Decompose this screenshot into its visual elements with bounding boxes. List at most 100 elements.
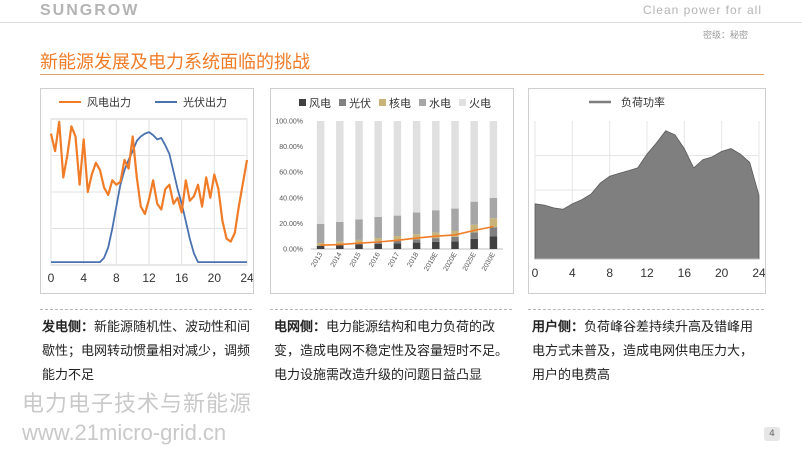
bar-segment <box>470 201 478 225</box>
bar-segment <box>355 219 363 240</box>
bar-segment <box>412 242 421 249</box>
legend-swatch <box>299 99 306 106</box>
bar-segment <box>451 241 459 249</box>
x-tick-label: 16 <box>175 271 189 285</box>
load-power-chart: 负荷功率 0 4 8 12 16 20 24 <box>528 88 766 294</box>
x-tick-label: 2020E <box>443 251 459 272</box>
legend-label: 水电 <box>429 97 451 110</box>
bar-segment <box>489 121 498 198</box>
x-tick-label: 16 <box>678 266 692 280</box>
bar-segment <box>432 241 440 249</box>
x-tick-label: 4 <box>569 266 576 280</box>
x-tick-label: 8 <box>606 266 613 280</box>
legend-label: 风电 <box>309 97 331 110</box>
bar-segment <box>374 217 382 239</box>
bar-segment <box>451 208 459 231</box>
header-bar: SUNGROW Clean power for all <box>0 0 802 22</box>
bar-segment <box>470 232 478 239</box>
x-tick-label: 2015 <box>349 251 363 268</box>
bar-segment <box>432 238 440 242</box>
bar-segment <box>355 244 363 249</box>
load-power-svg: 负荷功率 0 4 8 12 16 20 24 <box>532 95 765 280</box>
legend-label: 风电出力 <box>87 95 131 109</box>
divider-1 <box>40 309 252 311</box>
bar-segment <box>489 236 498 249</box>
x-tick-label: 2014 <box>330 251 344 268</box>
sungrow-logo: SUNGROW <box>40 2 140 19</box>
user-side-heading: 用户侧： <box>532 320 585 335</box>
generation-side-text: 发电侧：新能源随机性、波动性和间歇性；电网转动惯量相对减少，调频能力不足 <box>42 316 254 388</box>
title-underline <box>40 74 764 75</box>
bar-segment <box>412 121 421 213</box>
bar-segment <box>374 121 382 217</box>
x-tick-label: 20 <box>715 266 729 280</box>
user-side-text: 用户侧：负荷峰谷差持续升高及错峰用电方式未普及，造成电网供电压力大，用户的电费高 <box>532 316 762 388</box>
page-number: 4 <box>764 427 780 441</box>
y-tick-label: 100.00% <box>275 119 303 126</box>
renewable-share-line <box>320 225 494 246</box>
generation-side-heading: 发电侧： <box>42 320 95 335</box>
legend-label: 火电 <box>469 97 491 110</box>
energy-mix-chart: 风电 光伏 核电 水电 火电 0.00% 20.00% 40.00% 60.00% 80.00% 1… <box>270 88 514 294</box>
bar-segment <box>336 221 344 242</box>
bar-segment <box>489 227 498 237</box>
x-tick-label: 24 <box>240 271 253 285</box>
wind-solar-output-chart: 0 4 8 12 16 20 24 风电出力 光伏出力 <box>40 88 254 294</box>
legend-swatch <box>379 99 386 106</box>
bar-segment <box>316 245 325 249</box>
header-divider <box>0 22 802 23</box>
header-tagline: Clean power for all <box>642 3 762 17</box>
x-tick-label: 8 <box>113 271 120 285</box>
watermark-line-1: 电力电子技术与新能源 <box>22 392 253 417</box>
bar-segment <box>336 245 344 249</box>
bar-segment <box>451 121 459 209</box>
x-tick-label: 2018 <box>406 251 420 268</box>
x-tick-label: 4 <box>80 271 87 285</box>
bar-segment <box>489 197 498 219</box>
y-tick-label: 20.00% <box>279 221 303 228</box>
x-tick-label: 2017 <box>387 251 401 268</box>
energy-mix-svg: 风电 光伏 核电 水电 火电 0.00% 20.00% 40.00% 60.00% 80.00% 1… <box>275 96 503 273</box>
bar-segment <box>470 121 478 202</box>
x-tick-label: 2019E <box>423 251 439 272</box>
legend-swatch <box>459 99 466 106</box>
bar-segment <box>393 243 402 249</box>
legend-label: 负荷功率 <box>621 95 665 109</box>
y-tick-label: 0.00% <box>283 247 303 254</box>
x-tick-label: 0 <box>532 266 539 280</box>
legend-swatch <box>419 99 426 106</box>
bar-segment <box>393 215 402 237</box>
wind-solar-svg: 0 4 8 12 16 20 24 风电出力 光伏出力 <box>48 95 253 285</box>
y-tick-label: 60.00% <box>279 170 303 177</box>
bar-segment <box>470 238 478 249</box>
legend-label: 核电 <box>389 96 411 110</box>
bar-segment <box>316 121 325 224</box>
bar-segment <box>451 236 459 242</box>
x-tick-label: 24 <box>752 266 765 280</box>
page-title: 新能源发展及电力系统面临的挑战 <box>40 52 310 73</box>
legend-label: 光伏 <box>349 96 371 110</box>
bar-segment <box>412 239 421 243</box>
x-tick-label: 2013 <box>310 251 324 268</box>
grid-side-text: 电网侧：电力能源结构和电力负荷的改变，造成电网不稳定性及容量短时不足。电力设施需… <box>274 316 514 388</box>
y-tick-label: 40.00% <box>279 195 303 202</box>
x-tick-label: 2030E <box>481 251 497 272</box>
confidentiality-label: 密级：秘密 <box>702 31 748 41</box>
y-tick-label: 80.00% <box>279 144 303 151</box>
legend-swatch <box>339 99 346 106</box>
legend-label: 光伏出力 <box>183 95 227 109</box>
bar-segment <box>336 121 344 222</box>
divider-2 <box>270 309 512 311</box>
x-tick-label: 12 <box>142 271 156 285</box>
divider-3 <box>528 309 764 311</box>
x-tick-label: 12 <box>640 266 654 280</box>
bar-segment <box>432 210 440 233</box>
bar-segment <box>393 121 402 216</box>
bar-segment <box>316 223 325 243</box>
bar-segment <box>489 218 498 228</box>
x-tick-label: 20 <box>208 271 222 285</box>
bar-segment <box>412 212 421 235</box>
grid-side-heading: 电网侧： <box>274 320 327 335</box>
bar-segment <box>374 243 382 249</box>
x-tick-label: 2016 <box>368 251 382 268</box>
